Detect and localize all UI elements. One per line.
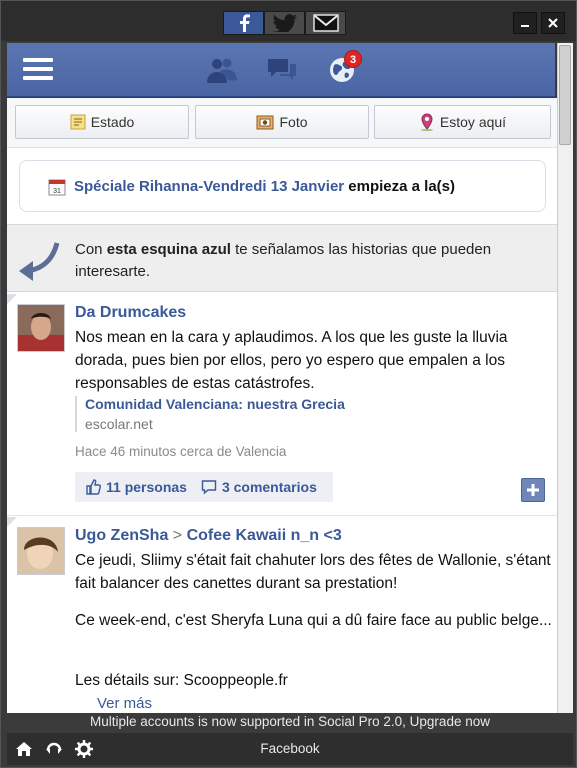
close-icon: [548, 18, 558, 28]
avatar[interactable]: [17, 527, 65, 575]
status-icon: [70, 114, 86, 130]
check-in-button[interactable]: Estoy aquí: [374, 105, 551, 139]
see-more-link[interactable]: Ver más: [97, 695, 152, 712]
avatar[interactable]: [17, 304, 65, 352]
photo-icon: [256, 114, 274, 130]
current-service-label: Facebook: [260, 741, 320, 756]
hint-text: Con esta esquina azul te señalamos las h…: [75, 241, 492, 280]
svg-text:31: 31: [53, 188, 61, 195]
shared-link-title[interactable]: Comunidad Valenciana: nuestra Grecia: [85, 396, 345, 412]
story-text-paragraph: Ce jeudi, Sliimy s'était fait chahuter l…: [75, 552, 551, 592]
status-label: Estado: [90, 114, 135, 130]
check-in-label: Estoy aquí: [439, 114, 507, 130]
comments-count[interactable]: 3 comentarios: [222, 479, 317, 495]
story-text-paragraph: Les détails sur: Scooppeople.fr: [75, 672, 288, 689]
photo-button[interactable]: Foto: [195, 105, 369, 139]
close-button[interactable]: [541, 12, 565, 34]
shared-link-domain: escolar.net: [85, 416, 153, 432]
shared-link[interactable]: Comunidad Valenciana: nuestra Grecia esc…: [75, 396, 345, 432]
composer-actions: Estado Foto Estoy aquí: [7, 98, 557, 148]
title-bar: [1, 1, 576, 41]
facebook-icon: [236, 14, 252, 32]
twitter-tab[interactable]: [264, 11, 305, 35]
event-text: Spéciale Rihanna-Vendredi 13 Janvier emp…: [74, 178, 455, 195]
event-link[interactable]: Spéciale Rihanna-Vendredi 13 Janvier: [74, 178, 344, 195]
likes-count[interactable]: 11 personas: [106, 479, 187, 495]
gmail-tab[interactable]: [305, 11, 346, 35]
messages-icon[interactable]: [265, 55, 299, 85]
friend-requests-icon[interactable]: [205, 55, 239, 85]
scrollbar-thumb[interactable]: [559, 45, 571, 145]
notification-badge: 3: [344, 50, 362, 68]
service-tabs: [223, 11, 346, 35]
upgrade-banner[interactable]: Multiple accounts is now supported in So…: [7, 713, 573, 733]
highlight-corner: [7, 517, 17, 527]
gmail-icon: [312, 14, 339, 32]
feed-story: Ugo ZenSha > Cofee Kawaii n_n <3 Ce jeud…: [7, 517, 557, 713]
add-comment-button[interactable]: [521, 478, 545, 502]
story-target-page[interactable]: Cofee Kawaii n_n <3: [187, 527, 342, 544]
plus-icon: [527, 484, 539, 496]
like-icon: [85, 479, 101, 495]
highlight-corner: [7, 294, 17, 304]
story-timestamp: Hace 46 minutos cerca de Valencia: [75, 444, 287, 459]
minimize-icon: [521, 25, 529, 27]
story-text-paragraph: Ce week-end, c'est Sheryfa Luna qui a dû…: [75, 612, 552, 629]
facebook-tab[interactable]: [223, 11, 264, 35]
feed-story: Da Drumcakes Nos mean en la cara y aplau…: [7, 294, 557, 516]
minimize-button[interactable]: [513, 12, 537, 34]
story-author-line: Ugo ZenSha > Cofee Kawaii n_n <3: [75, 527, 342, 545]
story-author[interactable]: Da Drumcakes: [75, 304, 186, 322]
bottom-toolbar: Facebook: [7, 733, 573, 765]
curved-arrow-icon: [15, 241, 61, 286]
twitter-icon: [272, 14, 298, 32]
event-time-text: empieza a la(s): [344, 177, 456, 195]
highlight-hint: Con esta esquina azul te señalamos las h…: [7, 224, 557, 292]
story-stats: 11 personas 3 comentarios: [75, 472, 333, 502]
calendar-icon: 31: [48, 178, 66, 200]
app-header: 3: [7, 43, 555, 97]
story-text: Nos mean en la cara y aplaudimos. A los …: [75, 329, 508, 392]
separator: >: [172, 527, 183, 544]
status-button[interactable]: Estado: [15, 105, 189, 139]
story-author[interactable]: Ugo ZenSha: [75, 527, 168, 544]
app-window: 3 Estado Foto Estoy aquí 31 Spéciale Rih…: [0, 0, 577, 768]
menu-icon[interactable]: [23, 58, 53, 82]
comment-icon: [201, 479, 217, 495]
photo-label: Foto: [279, 114, 308, 130]
event-card[interactable]: 31 Spéciale Rihanna-Vendredi 13 Janvier …: [19, 160, 546, 212]
location-pin-icon: [419, 113, 435, 131]
news-feed: Estado Foto Estoy aquí 31 Spéciale Rihan…: [7, 98, 557, 713]
